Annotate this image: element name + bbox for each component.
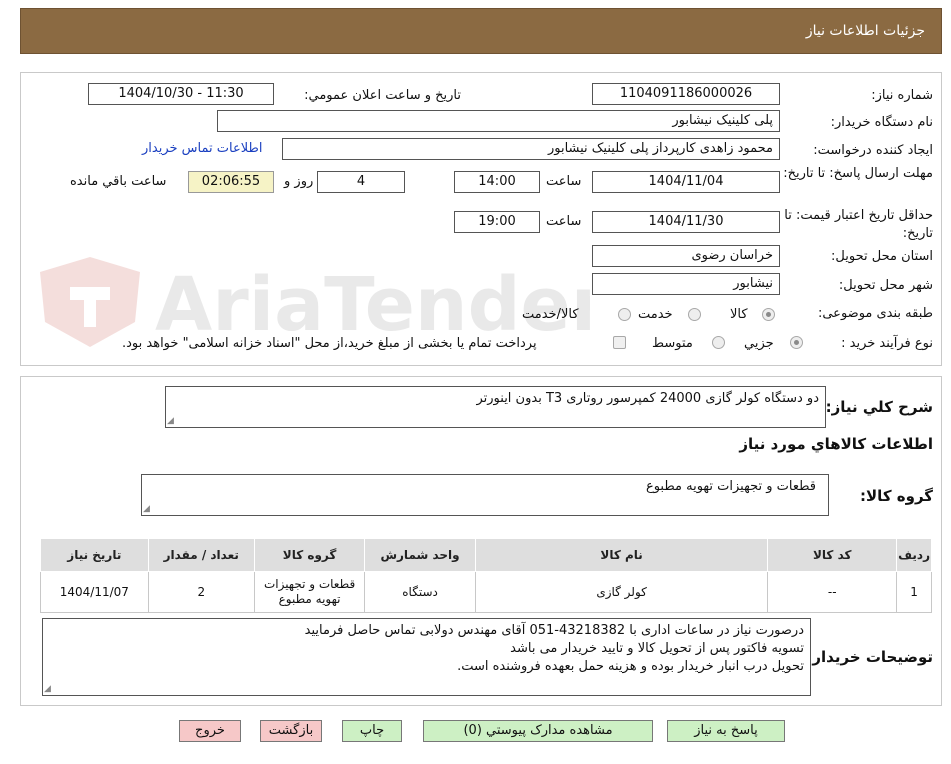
- items-section-title: اطلاعات كالاهاي مورد نياز: [739, 435, 933, 453]
- page-header: جزئیات اطلاعات نیاز: [20, 8, 942, 54]
- group-textarea[interactable]: قطعات و تجهيزات تهويه مطبوع ◢: [141, 474, 829, 516]
- cell-name: کولر گازی: [474, 571, 769, 613]
- buyer-notes-line: درصورت نیاز در ساعات اداری با 43218382-0…: [304, 623, 804, 638]
- resize-grip-icon: ◢: [143, 504, 150, 514]
- need-number-label: شماره نیاز:: [871, 88, 933, 103]
- process-option-medium: متوسط: [652, 336, 693, 351]
- process-label: نوع فرآيند خريد :: [841, 336, 933, 351]
- cell-date: 1404/11/07: [40, 571, 149, 613]
- col-row: رديف: [896, 538, 932, 572]
- province-label: استان محل تحويل:: [831, 249, 933, 264]
- col-unit: واحد شمارش: [364, 538, 476, 572]
- days-label: روز و: [284, 174, 314, 189]
- treasury-payment-note: پرداخت تمام يا بخشی از مبلغ خريد،از محل …: [122, 336, 537, 351]
- view-attachments-button[interactable]: مشاهده مدارک پيوستي (0): [423, 720, 653, 742]
- back-button[interactable]: بازگشت: [260, 720, 322, 742]
- reply-deadline-days: 4: [317, 171, 405, 193]
- group-text: قطعات و تجهيزات تهويه مطبوع: [645, 479, 816, 494]
- process-radio-medium[interactable]: [712, 336, 725, 349]
- table-header-row: رديف كد كالا نام كالا واحد شمارش گروه كا…: [40, 538, 932, 572]
- buyer-notes-label: توضيحات خريدار:: [806, 648, 933, 666]
- cell-group: قطعات و تجهيزات تهويه مطبوع: [253, 571, 366, 613]
- price-validity-label: حداقل تاريخ اعتبار قيمت: تا تاريخ:: [784, 208, 933, 241]
- creator-label: ايجاد كننده درخواست:: [813, 143, 933, 158]
- buyer-notes-textarea[interactable]: درصورت نیاز در ساعات اداری با 43218382-0…: [42, 618, 811, 696]
- treasury-payment-checkbox[interactable]: [613, 336, 626, 349]
- col-name: نام كالا: [474, 538, 769, 572]
- price-validity-time: 19:00: [454, 211, 540, 233]
- province-value: خراسان رضوی: [592, 245, 780, 267]
- category-radio-goods-service[interactable]: [618, 308, 631, 321]
- items-table: رديف كد كالا نام كالا واحد شمارش گروه كا…: [40, 538, 932, 613]
- category-option-service: خدمت: [638, 307, 673, 322]
- category-label: طبقه بندی موضوعی:: [817, 306, 933, 321]
- city-label: شهر محل تحويل:: [838, 278, 933, 293]
- page-title: جزئیات اطلاعات نیاز: [805, 23, 925, 39]
- process-radio-minor[interactable]: [790, 336, 803, 349]
- col-code: كد كالا: [767, 538, 898, 572]
- price-validity-time-label: ساعت: [546, 214, 582, 229]
- cell-unit: دستگاه: [364, 571, 476, 613]
- category-option-goods: کالا: [730, 307, 748, 322]
- category-radio-goods[interactable]: [762, 308, 775, 321]
- description-label: شرح كلي نياز:: [825, 398, 933, 416]
- buyer-org-value: پلی کلینیک نیشابور: [217, 110, 780, 132]
- cell-row: 1: [896, 571, 932, 613]
- print-button[interactable]: چاپ: [342, 720, 402, 742]
- buyer-notes-line: تسویه فاکتور پس از تحویل کالا و تایید خر…: [510, 641, 804, 656]
- cell-code: --: [767, 571, 898, 613]
- col-group: گروه كالا: [253, 538, 366, 572]
- resize-grip-icon: ◢: [167, 416, 174, 426]
- need-number-value: 1104091186000026: [592, 83, 780, 105]
- category-radio-service[interactable]: [688, 308, 701, 321]
- reply-deadline-label: مهلت ارسال پاسخ: تا تاريخ:: [783, 166, 933, 181]
- description-text: دو دستگاه کولر گازی 24000 کمپرسور روتاری…: [476, 391, 819, 406]
- exit-button[interactable]: خروج: [179, 720, 241, 742]
- remaining-label: ساعت باقي مانده: [70, 174, 167, 189]
- col-qty: تعداد / مقدار: [147, 538, 255, 572]
- city-value: نیشابور: [592, 273, 780, 295]
- reply-button[interactable]: پاسخ به نياز: [667, 720, 785, 742]
- reply-deadline-date: 1404/11/04: [592, 171, 780, 193]
- buyer-notes-line: تحویل درب انبار خریدار بوده و هزینه حمل …: [457, 659, 804, 674]
- cell-qty: 2: [147, 571, 255, 613]
- remaining-timer: 02:06:55: [188, 171, 274, 193]
- announce-datetime-value: 1404/10/30 - 11:30: [88, 83, 274, 105]
- category-option-goods-service: کالا/خدمت: [522, 307, 579, 322]
- description-textarea[interactable]: دو دستگاه کولر گازی 24000 کمپرسور روتاری…: [165, 386, 826, 428]
- buyer-contact-link[interactable]: اطلاعات تماس خريدار: [142, 141, 262, 156]
- reply-deadline-time-label: ساعت: [546, 174, 582, 189]
- price-validity-date: 1404/11/30: [592, 211, 780, 233]
- col-date: تاريخ نياز: [40, 538, 149, 572]
- process-option-minor: جزيي: [744, 336, 774, 351]
- buyer-org-label: نام دستگاه خريدار:: [830, 115, 933, 130]
- creator-value: محمود زاهدی کارپرداز پلی کلینیک نیشابور: [282, 138, 780, 160]
- group-label: گروه كالا:: [860, 487, 933, 505]
- resize-grip-icon: ◢: [44, 684, 51, 694]
- announce-datetime-label: تاریخ و ساعت اعلان عمومي:: [304, 88, 461, 103]
- reply-deadline-time: 14:00: [454, 171, 540, 193]
- table-row: 1 -- کولر گازی دستگاه قطعات و تجهيزات ته…: [40, 571, 932, 613]
